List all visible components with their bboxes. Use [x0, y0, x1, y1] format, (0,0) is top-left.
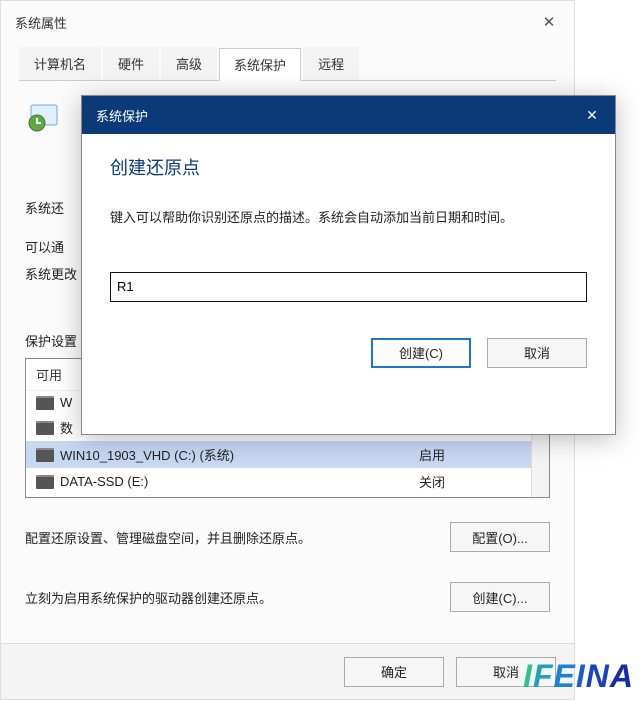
drive-icon	[36, 396, 54, 410]
drive-icon	[36, 448, 54, 462]
close-icon[interactable]: ✕	[524, 1, 574, 43]
configure-description: 配置还原设置、管理磁盘空间，并且删除还原点。	[25, 528, 311, 547]
tab-advanced[interactable]: 高级	[161, 47, 217, 80]
modal-heading: 创建还原点	[110, 154, 587, 180]
table-row[interactable]: WIN10_1903_VHD (C:) (系统) 启用	[26, 441, 549, 468]
create-restore-point-dialog: 系统保护 ✕ 创建还原点 键入可以帮助你识别还原点的描述。系统会自动添加当前日期…	[81, 95, 616, 435]
modal-title-text: 系统保护	[96, 106, 148, 125]
modal-titlebar: 系统保护 ✕	[82, 96, 615, 134]
tab-row: 计算机名 硬件 高级 系统保护 远程	[19, 47, 556, 81]
tab-hardware[interactable]: 硬件	[103, 47, 159, 80]
create-button[interactable]: 创建(C)...	[450, 582, 550, 612]
drive-status: 启用	[419, 445, 539, 464]
system-restore-icon	[25, 95, 65, 138]
modal-create-button[interactable]: 创建(C)	[371, 338, 471, 368]
drive-icon	[36, 421, 54, 435]
drive-status: 关闭	[419, 472, 539, 491]
system-properties-titlebar: 系统属性 ✕	[1, 1, 574, 43]
tab-system-protection[interactable]: 系统保护	[219, 48, 301, 81]
drive-name: DATA-SSD (E:)	[60, 474, 419, 489]
create-description: 立刻为启用系统保护的驱动器创建还原点。	[25, 588, 272, 607]
drive-icon	[36, 475, 54, 489]
close-icon[interactable]: ✕	[569, 96, 615, 134]
drive-name: WIN10_1903_VHD (C:) (系统)	[60, 445, 419, 464]
tab-computer-name[interactable]: 计算机名	[19, 47, 101, 80]
modal-description: 键入可以帮助你识别还原点的描述。系统会自动添加当前日期和时间。	[110, 208, 587, 228]
tab-remote[interactable]: 远程	[303, 47, 359, 80]
configure-button[interactable]: 配置(O)...	[450, 522, 550, 552]
window-title: 系统属性	[15, 13, 67, 32]
watermark-logo: IFEINA	[523, 658, 634, 695]
dialog-button-bar: 确定 取消	[1, 643, 574, 699]
ok-button[interactable]: 确定	[344, 657, 444, 687]
table-row[interactable]: DATA-SSD (E:) 关闭	[26, 468, 549, 495]
modal-cancel-button[interactable]: 取消	[487, 338, 587, 368]
restore-point-name-input[interactable]	[110, 272, 587, 302]
